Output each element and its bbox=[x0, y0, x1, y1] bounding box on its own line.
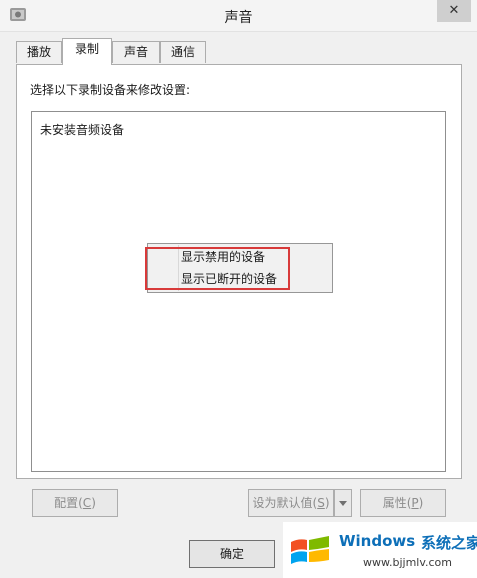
windows-logo-icon bbox=[291, 536, 329, 564]
configure-button[interactable]: 配置(C) bbox=[32, 489, 118, 517]
properties-button[interactable]: 属性(P) bbox=[360, 489, 446, 517]
no-device-message: 未安装音频设备 bbox=[40, 123, 125, 137]
set-default-button[interactable]: 设为默认值(S) bbox=[248, 489, 334, 517]
watermark-url: www.bjjmlv.com bbox=[363, 556, 452, 569]
tab-communications[interactable]: 通信 bbox=[160, 41, 206, 63]
watermark: Windows 系统之家 www.bjjmlv.com bbox=[283, 522, 477, 578]
instruction-text: 选择以下录制设备来修改设置: bbox=[30, 83, 191, 97]
close-icon: ✕ bbox=[448, 3, 460, 18]
highlight-annotation-box bbox=[145, 247, 290, 290]
close-button[interactable]: ✕ bbox=[437, 0, 471, 22]
tab-sounds[interactable]: 声音 bbox=[112, 41, 160, 63]
window-title: 声音 bbox=[224, 10, 253, 26]
ok-button[interactable]: 确定 bbox=[189, 540, 275, 568]
tab-recording[interactable]: 录制 bbox=[62, 38, 112, 65]
watermark-brand: Windows bbox=[339, 532, 416, 550]
set-default-dropdown-button[interactable] bbox=[334, 489, 352, 517]
title-bar: 声音 ✕ bbox=[0, 0, 477, 32]
watermark-brand-cn: 系统之家 bbox=[421, 534, 477, 552]
tab-playback[interactable]: 播放 bbox=[16, 41, 62, 63]
chevron-down-icon bbox=[339, 501, 347, 506]
